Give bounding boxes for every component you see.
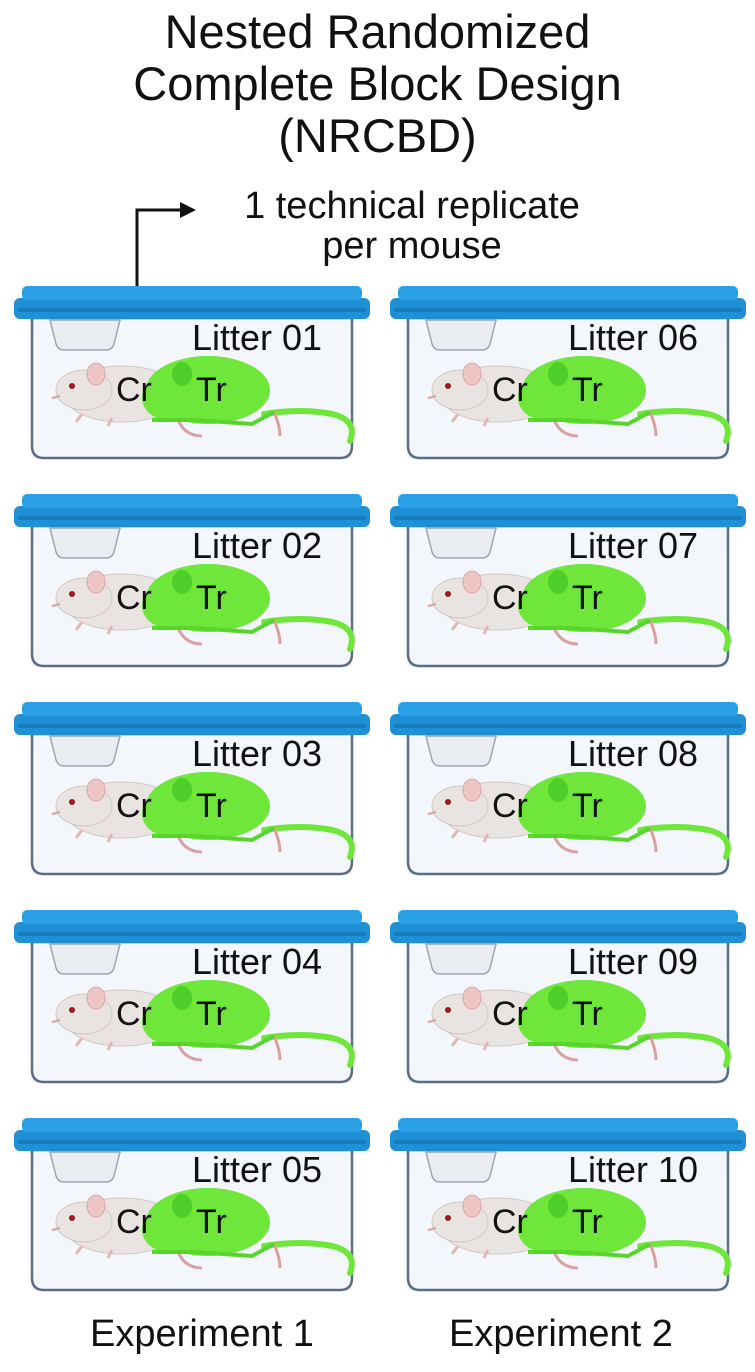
cage: Litter 06 Cr Tr (388, 286, 748, 461)
cage: Litter 10 Cr Tr (388, 1118, 748, 1293)
treated-mouse-label: Tr (196, 787, 227, 825)
control-mouse-label: Cr (116, 371, 152, 409)
control-mouse-label: Cr (492, 1203, 528, 1241)
cage-lid-edge (18, 932, 366, 936)
cage-drawing (14, 494, 370, 668)
litter-label: Litter 10 (568, 1149, 699, 1190)
water-bottle-icon (425, 735, 497, 767)
control-mouse-label: Cr (116, 995, 152, 1033)
cage-drawing (390, 1118, 746, 1292)
cage-lid-top (398, 286, 738, 300)
cage-lid-edge (394, 516, 742, 520)
litter-label: Litter 07 (568, 525, 699, 566)
cage: Litter 04 Cr Tr (12, 910, 372, 1085)
treated-mouse-label: Tr (196, 579, 227, 617)
experiment-1-label: Experiment 1 (90, 1313, 314, 1355)
treated-mouse-label: Tr (572, 371, 603, 409)
cage-lid-top (398, 1118, 738, 1132)
treated-mouse-label: Tr (572, 995, 603, 1033)
litter-label: Litter 02 (192, 525, 323, 566)
litter-label: Litter 04 (192, 941, 323, 982)
cage-lid-top (22, 494, 362, 508)
cage: Litter 08 Cr Tr (388, 702, 748, 877)
cage: Litter 01 Cr Tr (12, 286, 372, 461)
water-bottle-icon (49, 943, 121, 975)
water-bottle-icon (425, 943, 497, 975)
cage: Litter 07 Cr Tr (388, 494, 748, 669)
cage-drawing (390, 702, 746, 876)
control-mouse-label: Cr (492, 787, 528, 825)
cage-lid-top (22, 910, 362, 924)
litter-label: Litter 09 (568, 941, 699, 982)
cage-lid-top (398, 702, 738, 716)
control-mouse-label: Cr (116, 787, 152, 825)
cage-lid-top (22, 1118, 362, 1132)
litter-label: Litter 05 (192, 1149, 323, 1190)
cage: Litter 05 Cr Tr (12, 1118, 372, 1293)
cage: Litter 02 Cr Tr (12, 494, 372, 669)
treated-mouse-label: Tr (572, 579, 603, 617)
control-mouse-label: Cr (116, 579, 152, 617)
treated-mouse-label: Tr (196, 371, 227, 409)
cage-drawing (390, 910, 746, 1084)
water-bottle-icon (49, 527, 121, 559)
cage-lid-edge (394, 932, 742, 936)
water-bottle-icon (49, 735, 121, 767)
water-bottle-icon (425, 319, 497, 351)
cage-drawing (14, 286, 370, 460)
control-mouse-label: Cr (492, 995, 528, 1033)
litter-label: Litter 06 (568, 317, 699, 358)
control-mouse-label: Cr (492, 579, 528, 617)
water-bottle-icon (49, 1151, 121, 1183)
treated-mouse-label: Tr (196, 995, 227, 1033)
cage-lid-top (398, 910, 738, 924)
water-bottle-icon (49, 319, 121, 351)
treated-mouse-label: Tr (572, 787, 603, 825)
litter-label: Litter 03 (192, 733, 323, 774)
treated-mouse-label: Tr (196, 1203, 227, 1241)
cage-drawing (390, 286, 746, 460)
cage: Litter 03 Cr Tr (12, 702, 372, 877)
cage-lid-edge (394, 724, 742, 728)
cage-lid-edge (18, 308, 366, 312)
control-mouse-label: Cr (492, 371, 528, 409)
cage-drawing (14, 910, 370, 1084)
control-mouse-label: Cr (116, 1203, 152, 1241)
cage-lid-edge (394, 1140, 742, 1144)
water-bottle-icon (425, 1151, 497, 1183)
cage-lid-edge (394, 308, 742, 312)
cage-lid-edge (18, 516, 366, 520)
cage-lid-top (22, 286, 362, 300)
cage-lid-top (22, 702, 362, 716)
cage: Litter 09 Cr Tr (388, 910, 748, 1085)
cage-drawing (14, 702, 370, 876)
cage-drawing (14, 1118, 370, 1292)
cage-lid-edge (18, 1140, 366, 1144)
litter-label: Litter 08 (568, 733, 699, 774)
cage-lid-edge (18, 724, 366, 728)
experiment-2-label: Experiment 2 (449, 1313, 673, 1355)
cage-drawing (390, 494, 746, 668)
treated-mouse-label: Tr (572, 1203, 603, 1241)
water-bottle-icon (425, 527, 497, 559)
cage-lid-top (398, 494, 738, 508)
litter-label: Litter 01 (192, 317, 323, 358)
